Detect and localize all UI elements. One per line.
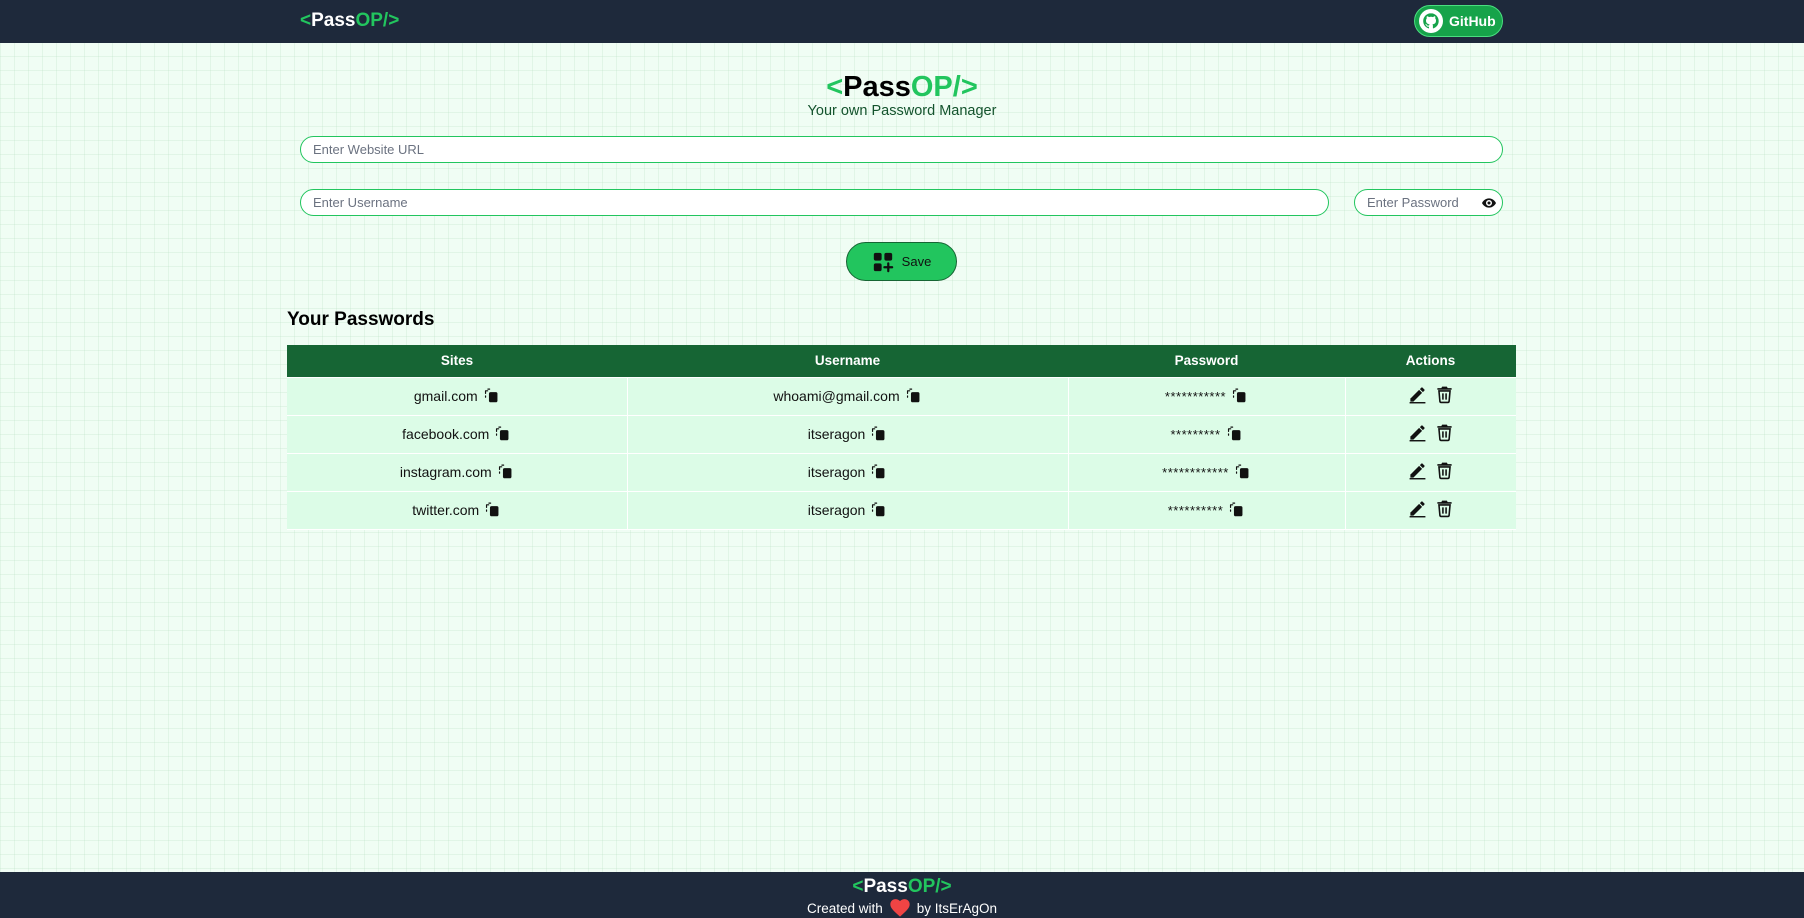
- github-label: GitHub: [1449, 13, 1496, 29]
- copy-icon[interactable]: [1228, 501, 1245, 519]
- logo-op: OP/: [355, 10, 389, 31]
- table-row: twitter.com itseragon **********: [287, 490, 1516, 530]
- password-masked: ************: [1162, 464, 1229, 480]
- copy-icon[interactable]: [870, 501, 887, 519]
- edit-icon[interactable]: [1408, 385, 1427, 404]
- author-text: by ItsErAgOn: [916, 900, 998, 916]
- password-masked: *********: [1170, 426, 1221, 442]
- actions-cell: [1344, 452, 1516, 492]
- title-gt: >: [960, 71, 978, 103]
- add-grid-icon: [873, 252, 893, 272]
- logo-gt: >: [388, 10, 400, 31]
- site-link[interactable]: facebook.com: [402, 426, 489, 442]
- nav-logo[interactable]: <PassOP/>: [300, 10, 399, 32]
- page-subtitle: Your own Password Manager: [807, 103, 997, 119]
- password-cell: *********: [1067, 414, 1346, 454]
- password-cell: ***********: [1067, 376, 1346, 416]
- passwords-table: Sites Username Password Actions gmail.co…: [287, 345, 1516, 530]
- copy-icon[interactable]: [1234, 463, 1251, 481]
- copy-icon[interactable]: [494, 425, 511, 443]
- table-row: gmail.com whoami@gmail.com ***********: [287, 376, 1516, 416]
- github-button[interactable]: GitHub: [1414, 5, 1503, 37]
- edit-icon[interactable]: [1408, 423, 1427, 442]
- copy-icon[interactable]: [870, 425, 887, 443]
- copy-icon[interactable]: [497, 463, 514, 481]
- copy-icon[interactable]: [1231, 387, 1248, 405]
- footer-logo: <PassOP/>: [0, 876, 1804, 898]
- username-text: itseragon: [807, 502, 866, 518]
- username-text: whoami@gmail.com: [773, 388, 900, 404]
- password-masked: ***********: [1164, 388, 1227, 404]
- username-input[interactable]: [300, 189, 1329, 216]
- page-title-logo: <PassOP/>: [0, 70, 1804, 104]
- website-url-input[interactable]: [300, 136, 1503, 163]
- column-header-actions: Actions: [1345, 345, 1516, 377]
- actions-cell: [1344, 414, 1516, 454]
- password-cell: ************: [1067, 452, 1346, 492]
- footer-logo-pass: Pass: [863, 876, 908, 897]
- delete-icon[interactable]: [1435, 499, 1454, 518]
- username-cell: itseragon: [626, 414, 1069, 454]
- footer-logo-lt: <: [852, 876, 864, 897]
- column-header-password: Password: [1068, 345, 1345, 377]
- site-cell: twitter.com: [287, 490, 628, 530]
- eye-icon[interactable]: [1481, 195, 1497, 211]
- username-cell: itseragon: [626, 452, 1069, 492]
- delete-icon[interactable]: [1435, 385, 1454, 404]
- actions-cell: [1344, 376, 1516, 416]
- column-header-username: Username: [627, 345, 1068, 377]
- copy-icon[interactable]: [484, 501, 501, 519]
- footer-logo-gt: >: [940, 876, 952, 897]
- copy-icon[interactable]: [870, 463, 887, 481]
- save-label: Save: [901, 254, 932, 269]
- username-cell: whoami@gmail.com: [626, 376, 1069, 416]
- title-pass: Pass: [843, 71, 911, 103]
- navbar: <PassOP/> GitHub: [0, 0, 1804, 43]
- site-link[interactable]: instagram.com: [400, 464, 492, 480]
- site-link[interactable]: twitter.com: [412, 502, 479, 518]
- table-row: instagram.com itseragon ************: [287, 452, 1516, 492]
- copy-icon[interactable]: [1226, 425, 1243, 443]
- heart-icon: [890, 899, 910, 917]
- created-with-text: Created with: [806, 900, 883, 916]
- site-cell: facebook.com: [287, 414, 628, 454]
- username-text: itseragon: [807, 426, 866, 442]
- title-lt: <: [826, 71, 844, 103]
- passwords-heading: Your Passwords: [287, 309, 435, 330]
- delete-icon[interactable]: [1435, 423, 1454, 442]
- table-row: facebook.com itseragon *********: [287, 414, 1516, 454]
- copy-icon[interactable]: [905, 387, 922, 405]
- edit-icon[interactable]: [1408, 461, 1427, 480]
- table-header-row: Sites Username Password Actions: [287, 345, 1516, 377]
- delete-icon[interactable]: [1435, 461, 1454, 480]
- username-cell: itseragon: [626, 490, 1069, 530]
- site-cell: gmail.com: [287, 376, 628, 416]
- footer: <PassOP/> Created with by ItsErAgOn: [0, 872, 1804, 918]
- password-masked: **********: [1167, 502, 1224, 518]
- footer-credit: Created with by ItsErAgOn: [0, 899, 1804, 917]
- logo-lt: <: [300, 10, 312, 31]
- username-text: itseragon: [807, 464, 866, 480]
- copy-icon[interactable]: [483, 387, 500, 405]
- github-icon: [1419, 9, 1443, 33]
- site-cell: instagram.com: [287, 452, 628, 492]
- edit-icon[interactable]: [1408, 499, 1427, 518]
- password-cell: **********: [1067, 490, 1346, 530]
- logo-pass: Pass: [311, 10, 356, 31]
- column-header-sites: Sites: [287, 345, 627, 377]
- footer-logo-op: OP/: [907, 876, 941, 897]
- actions-cell: [1344, 490, 1516, 530]
- title-op: OP/: [910, 71, 961, 103]
- save-button[interactable]: Save: [846, 242, 957, 281]
- site-link[interactable]: gmail.com: [414, 388, 478, 404]
